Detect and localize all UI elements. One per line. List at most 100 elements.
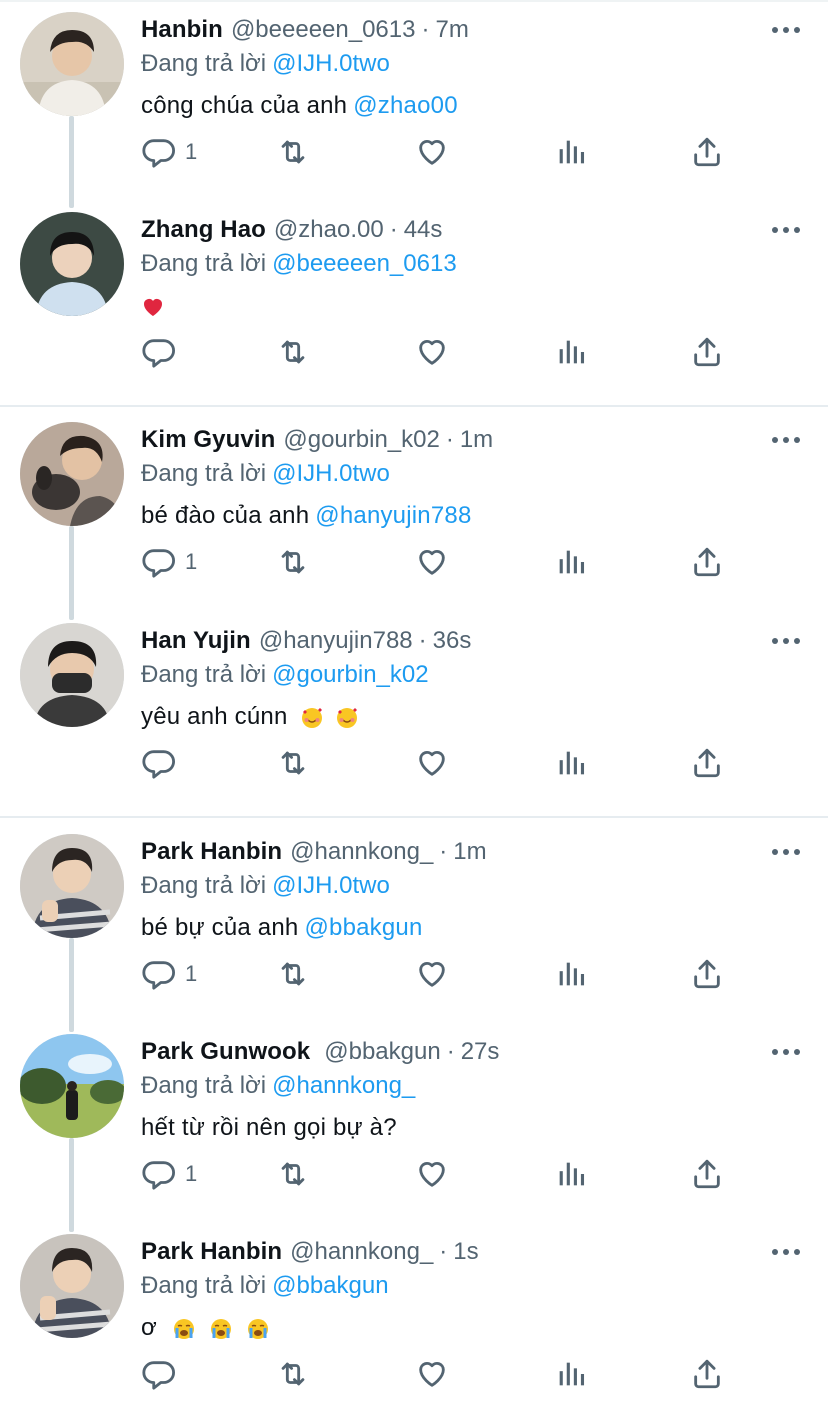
tweet-mention[interactable]: @zhao00 [353,92,458,119]
reply-button[interactable]: 1 [141,1154,197,1194]
user-handle[interactable]: @zhao.00 [274,216,384,244]
replying-to: Đang trả lời @IJH.0two [141,460,390,488]
reply-button[interactable]: 1 [141,542,197,582]
analytics-button[interactable] [554,132,588,172]
user-handle[interactable]: @hanyujin788 [259,627,413,655]
timestamp[interactable]: 1m [453,838,486,866]
reply-to-mention[interactable]: @beeeeen_0613 [272,250,457,277]
tweet[interactable]: Park Gunwook @bbakgun · 27s Đang trả lời @ha… [0,1024,828,1224]
reply-to-mention[interactable]: @gourbin_k02 [272,661,428,688]
timestamp[interactable]: 1m [460,426,493,454]
analytics-button[interactable] [554,542,588,582]
more-icon[interactable] [772,20,800,40]
reply-to-mention[interactable]: @bbakgun [272,1272,388,1299]
more-icon[interactable] [772,631,800,651]
display-name[interactable]: Park Hanbin [141,838,282,866]
timestamp[interactable]: 7m [435,16,468,44]
reply-to-mention[interactable]: @IJH.0two [272,50,390,77]
analytics-button[interactable] [554,743,588,783]
avatar[interactable] [20,623,124,727]
tweet[interactable]: Han Yujin @hanyujin788 · 36s Đang trả lời @g… [0,613,828,813]
reply-button[interactable] [141,332,175,372]
like-button[interactable] [415,132,449,172]
tweet[interactable]: Kim Gyuvin @gourbin_k02 · 1m Đang trả lời @I… [0,412,828,612]
tweet-text-content: ơ [141,1314,157,1341]
analytics-button[interactable] [554,954,588,994]
retweet-button[interactable] [276,1154,310,1194]
retweet-button[interactable] [276,954,310,994]
display-name[interactable]: Park Hanbin [141,1238,282,1266]
display-name[interactable]: Kim Gyuvin [141,426,275,454]
share-button[interactable] [690,1154,724,1194]
share-button[interactable] [690,743,724,783]
retweet-button[interactable] [276,132,310,172]
tweet[interactable]: Park Hanbin @hannkong_ · 1s Đang trả lời @bb… [0,1224,828,1413]
user-handle[interactable]: @hannkong_ [290,1238,433,1266]
reply-count: 1 [185,549,198,574]
tweet-mention[interactable]: @hanyujin788 [315,502,471,529]
tweet-mention[interactable]: @bbakgun [304,914,422,941]
like-button[interactable] [415,542,449,582]
like-button[interactable] [415,743,449,783]
avatar[interactable] [20,12,124,116]
user-handle[interactable]: @beeeeen_0613 [231,16,416,44]
user-handle[interactable]: @gourbin_k02 [283,426,439,454]
share-button[interactable] [690,132,724,172]
display-name[interactable]: Zhang Hao [141,216,266,244]
avatar[interactable] [20,422,124,526]
analytics-icon [559,140,585,164]
retweet-button[interactable] [276,1354,310,1394]
analytics-button[interactable] [554,1154,588,1194]
tweet[interactable]: Hanbin @beeeeen_0613 · 7m Đang trả lời @IJH.… [0,2,828,202]
share-button[interactable] [690,332,724,372]
like-button[interactable] [415,1354,449,1394]
share-icon [694,137,720,167]
analytics-button[interactable] [554,1354,588,1394]
more-icon[interactable] [772,430,800,450]
user-handle[interactable]: @bbakgun [324,1038,440,1066]
timestamp[interactable]: 44s [404,216,443,244]
avatar[interactable] [20,1034,124,1138]
timestamp[interactable]: 36s [433,627,472,655]
share-button[interactable] [690,1354,724,1394]
reply-button[interactable]: 1 [141,132,197,172]
reply-button[interactable] [141,1354,175,1394]
reply-count: 1 [185,961,198,986]
like-icon [419,961,445,987]
retweet-icon [281,1362,305,1386]
retweet-button[interactable] [276,542,310,582]
reply-button[interactable]: 1 [141,954,197,994]
share-button[interactable] [690,542,724,582]
reply-to-mention[interactable]: @hannkong_ [272,1072,415,1099]
avatar[interactable] [20,212,124,316]
tweet[interactable]: Zhang Hao @zhao.00 · 44s Đang trả lời @beeee… [0,202,828,402]
user-handle[interactable]: @hannkong_ [290,838,433,866]
replying-to-label: Đang trả lời [141,460,267,487]
avatar[interactable] [20,1234,124,1338]
retweet-icon [281,962,305,986]
separator-dot: · [389,216,398,243]
reply-button[interactable] [141,743,175,783]
reply-to-mention[interactable]: @IJH.0two [272,460,390,487]
like-button[interactable] [415,954,449,994]
analytics-button[interactable] [554,332,588,372]
retweet-button[interactable] [276,332,310,372]
display-name[interactable]: Hanbin [141,16,223,44]
more-icon[interactable] [772,842,800,862]
display-name[interactable]: Han Yujin [141,627,251,655]
reply-icon [142,1361,175,1390]
retweet-button[interactable] [276,743,310,783]
reply-to-mention[interactable]: @IJH.0two [272,872,390,899]
display-name[interactable]: Park Gunwook [141,1038,310,1066]
tweet[interactable]: Park Hanbin @hannkong_ · 1m Đang trả lời @IJ… [0,824,828,1024]
like-button[interactable] [415,1154,449,1194]
tweet-actions [141,332,741,372]
avatar[interactable] [20,834,124,938]
more-icon[interactable] [772,1042,800,1062]
like-button[interactable] [415,332,449,372]
more-icon[interactable] [772,220,800,240]
timestamp[interactable]: 27s [461,1038,500,1066]
timestamp[interactable]: 1s [453,1238,478,1266]
more-icon[interactable] [772,1242,800,1262]
share-button[interactable] [690,954,724,994]
